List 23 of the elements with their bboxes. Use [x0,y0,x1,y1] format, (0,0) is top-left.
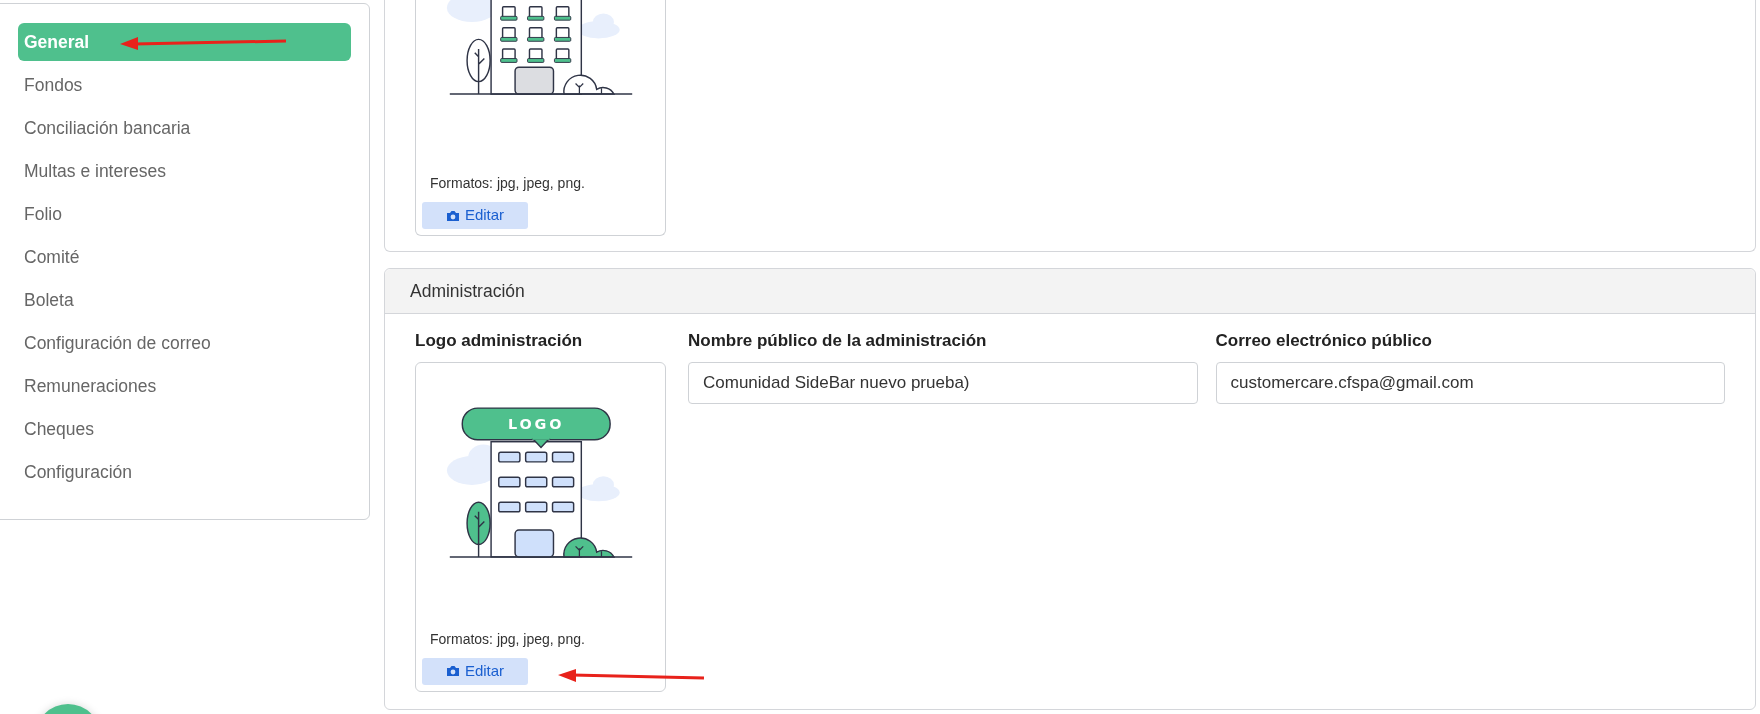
text-field[interactable]: customercare.cfspa@gmail.com [1215,361,1725,404]
sidebar-item[interactable]: Multas e intereses [18,152,351,190]
sidebar-item[interactable]: Configuración [18,453,351,491]
section-title: Administración [385,269,1755,315]
sidebar-item[interactable]: Cheques [18,410,351,448]
field-label: Logo administración [415,330,584,353]
sidebar-item[interactable]: Folio [18,195,351,233]
camera-icon [445,665,460,678]
field-label: Nombre público de la administración [688,330,988,353]
sidebar-item[interactable]: Boleta [18,281,351,319]
formats-hint: Formatos: jpg, jpeg, png. [430,629,586,649]
sidebar-item[interactable]: Fondos [18,66,351,104]
sidebar-item[interactable]: Conciliación bancaria [18,109,351,147]
formats-hint: Formatos: jpg, jpeg, png. [430,174,586,193]
sidebar-item[interactable]: Remuneraciones [18,367,351,405]
sidebar-item[interactable]: Comité [18,238,351,276]
text-field[interactable]: Comunidad SideBar nuevo prueba) [688,361,1198,404]
sidebar-item[interactable]: Configuración de correo [18,324,351,362]
camera-icon [445,209,460,222]
field-label: Correo electrónico público [1215,330,1433,353]
edit-button[interactable]: Editar [422,657,528,685]
building-drawing: LOGO [444,406,637,559]
edit-button[interactable]: Editar [422,202,528,229]
